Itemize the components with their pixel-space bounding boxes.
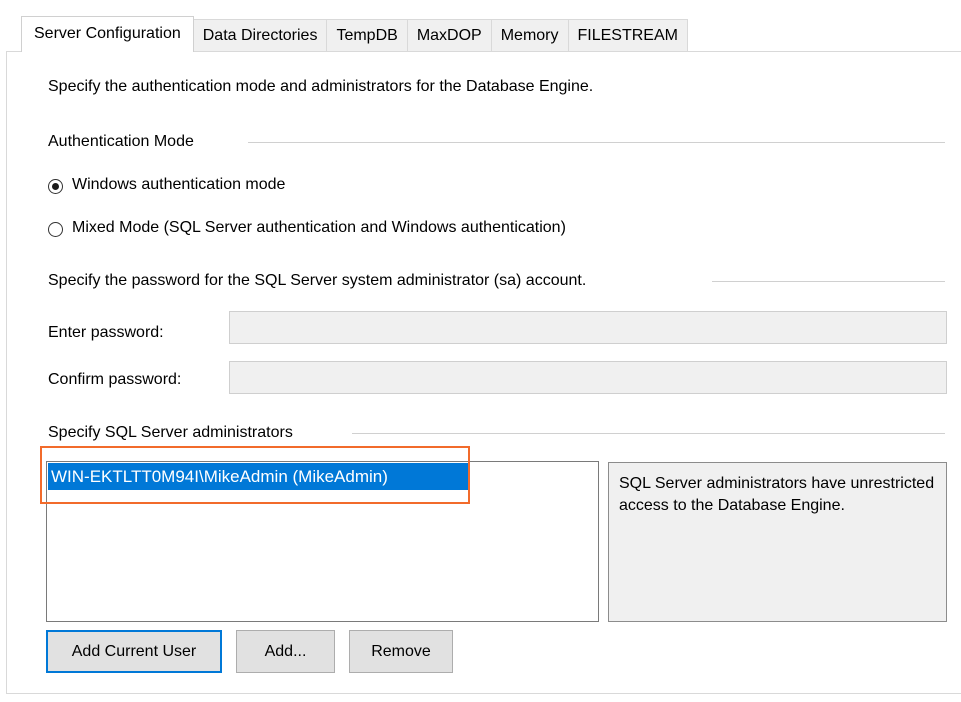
add-button[interactable]: Add... [236,630,335,673]
password-group-title: Specify the password for the SQL Server … [48,272,587,289]
enter-password-field[interactable] [229,311,947,344]
description-text: Specify the authentication mode and admi… [48,78,594,95]
password-group-line [712,281,945,282]
mixed-mode-radio[interactable] [48,222,63,237]
tab-server-configuration[interactable]: Server Configuration [21,16,194,52]
confirm-password-field[interactable] [229,361,947,394]
enter-password-label: Enter password: [48,324,164,341]
tab-strip: Server Configuration Data Directories Te… [21,16,688,52]
mixed-mode-label[interactable]: Mixed Mode (SQL Server authentication an… [72,219,566,237]
admins-listbox[interactable]: WIN-EKTLTT0M94I\MikeAdmin (MikeAdmin) [46,461,599,622]
tab-tempdb[interactable]: TempDB [326,19,408,52]
remove-button[interactable]: Remove [349,630,453,673]
auth-mode-group-title: Authentication Mode [48,133,194,150]
auth-mode-group-line [248,142,945,143]
tab-data-directories[interactable]: Data Directories [192,19,328,52]
confirm-password-label: Confirm password: [48,371,182,388]
admins-group-title: Specify SQL Server administrators [48,424,293,441]
tab-filestream[interactable]: FILESTREAM [567,19,688,52]
add-current-user-button[interactable]: Add Current User [46,630,222,673]
admins-group-line [352,433,945,434]
windows-auth-label[interactable]: Windows authentication mode [72,176,285,194]
tab-maxdop[interactable]: MaxDOP [406,19,492,52]
windows-auth-radio[interactable] [48,179,63,194]
admins-info-box: SQL Server administrators have unrestric… [608,462,947,622]
admin-list-item[interactable]: WIN-EKTLTT0M94I\MikeAdmin (MikeAdmin) [48,463,469,490]
tab-memory[interactable]: Memory [490,19,569,52]
admins-info-text: SQL Server administrators have unrestric… [619,475,935,514]
